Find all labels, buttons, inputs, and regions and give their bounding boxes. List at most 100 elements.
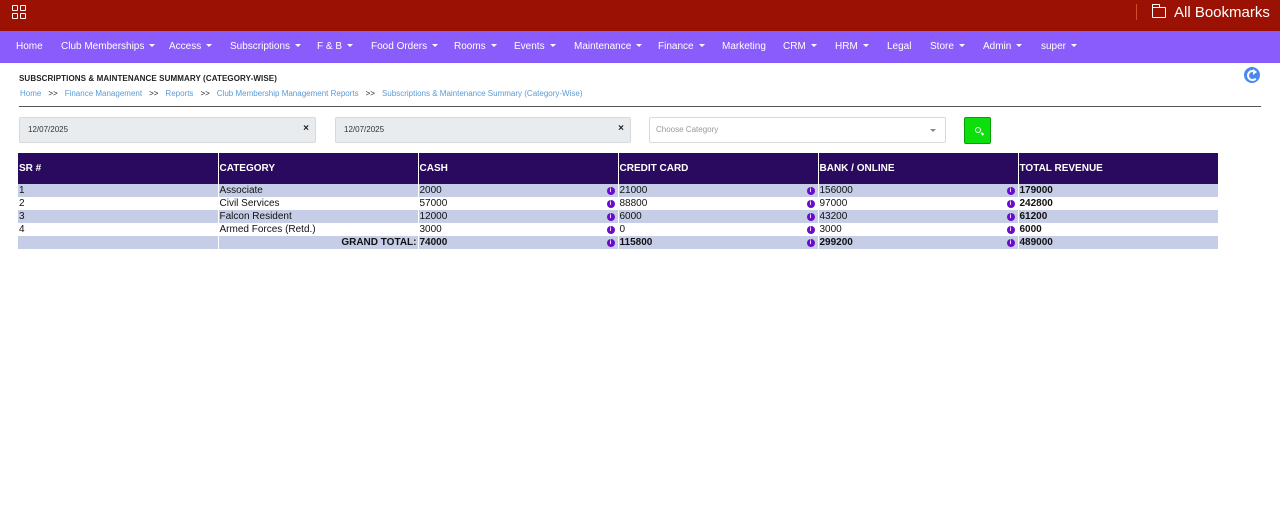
- nav-admin[interactable]: Admin: [983, 31, 1023, 63]
- nav-marketing[interactable]: Marketing: [722, 31, 766, 63]
- cell-total-revenue: 61200: [1017, 210, 1218, 223]
- chevron-down-icon: [347, 44, 354, 47]
- info-icon[interactable]: i: [1006, 225, 1015, 234]
- cell-credit-card: 88800 i: [617, 197, 818, 210]
- clear-date-from-icon[interactable]: ×: [303, 118, 309, 140]
- header-sr: SR #: [18, 153, 218, 184]
- nav-hrm[interactable]: HRM: [835, 31, 869, 63]
- breadcrumb-separator: >>: [365, 89, 375, 98]
- breadcrumb-club-membership-reports[interactable]: Club Membership Management Reports: [217, 89, 359, 98]
- nav-store[interactable]: Store: [930, 31, 965, 63]
- chevron-down-icon: [810, 44, 817, 47]
- grand-total-revenue: 489000: [1017, 236, 1218, 249]
- browser-bookmarks-bar: All Bookmarks: [0, 0, 1280, 31]
- cell-cash: 3000 i: [417, 223, 618, 236]
- info-icon[interactable]: i: [1006, 186, 1015, 195]
- cell-cash: 57000 i: [417, 197, 618, 210]
- header-credit-card: CREDIT CARD: [617, 153, 818, 184]
- cell-credit-card: 21000 i: [617, 184, 818, 197]
- cell-credit-card: 0i: [617, 223, 818, 236]
- nav-subscriptions[interactable]: Subscriptions: [230, 31, 302, 63]
- nav-club-memberships[interactable]: Club Memberships: [61, 31, 156, 63]
- info-icon[interactable]: i: [606, 199, 615, 208]
- bank-online-value: 156000: [819, 184, 853, 196]
- breadcrumb-separator: >>: [200, 89, 210, 98]
- grand-total-label: GRAND TOTAL:: [217, 236, 418, 249]
- cell-credit-card: 6000 i: [617, 210, 818, 223]
- date-from-field[interactable]: 12/07/2025 ×: [19, 117, 316, 143]
- refresh-icon[interactable]: [1244, 67, 1260, 83]
- cell-total-revenue: 6000: [1017, 223, 1218, 236]
- category-select[interactable]: Choose Category: [649, 117, 946, 143]
- cell-total-revenue: 179000: [1017, 184, 1218, 197]
- chevron-down-icon: [490, 44, 497, 47]
- credit-card-value: 21000: [619, 184, 648, 196]
- credit-card-value: 6000: [619, 210, 642, 222]
- cell-total-revenue: 242800: [1017, 197, 1218, 210]
- breadcrumb-separator: >>: [48, 89, 58, 98]
- table-row: 1 Associate 2000 i 21000 i 156000 i 179000: [18, 184, 1218, 197]
- search-button[interactable]: [964, 117, 991, 144]
- cell-bank-online: 156000 i: [817, 184, 1018, 197]
- nav-access[interactable]: Access: [169, 31, 213, 63]
- info-icon[interactable]: i: [606, 225, 615, 234]
- bank-online-value: 97000: [819, 197, 848, 209]
- breadcrumb-current-page[interactable]: Subscriptions & Maintenance Summary (Cat…: [382, 89, 583, 98]
- chevron-down-icon: [295, 44, 302, 47]
- all-bookmarks-button[interactable]: All Bookmarks: [1151, 3, 1270, 21]
- header-divider: [19, 106, 1261, 107]
- info-icon[interactable]: i: [606, 238, 615, 247]
- cell-category: Civil Services: [217, 197, 418, 210]
- cell-cash: 12000 i: [417, 210, 618, 223]
- nav-food-orders[interactable]: Food Orders: [371, 31, 439, 63]
- grand-total-cash-value: 74000: [419, 236, 448, 248]
- nav-crm[interactable]: CRM: [783, 31, 817, 63]
- grand-total-row: GRAND TOTAL: 74000 i 115800 i 299200 i 4890…: [18, 236, 1218, 249]
- chevron-down-icon: [636, 44, 643, 47]
- cash-value: 57000: [419, 197, 448, 209]
- main-navbar: Home Club Memberships Access Subscriptio…: [0, 31, 1280, 63]
- date-from-value: 12/07/2025: [28, 125, 69, 134]
- cell-sr: 3: [18, 210, 218, 223]
- info-icon[interactable]: i: [1006, 212, 1015, 221]
- header-total-revenue: TOTAL REVENUE: [1017, 153, 1218, 184]
- info-icon[interactable]: i: [806, 199, 815, 208]
- nav-fnb[interactable]: F & B: [317, 31, 354, 63]
- cell-sr: 1: [18, 184, 218, 197]
- nav-rooms[interactable]: Rooms: [454, 31, 497, 63]
- breadcrumb-finance-management[interactable]: Finance Management: [65, 89, 142, 98]
- table-header-row: SR # CATEGORY CASH CREDIT CARD BANK / ON…: [18, 153, 1218, 184]
- clear-date-to-icon[interactable]: ×: [618, 118, 624, 140]
- breadcrumb-reports[interactable]: Reports: [165, 89, 193, 98]
- grand-total-bank-online-value: 299200: [819, 236, 853, 248]
- info-icon[interactable]: i: [806, 238, 815, 247]
- info-icon[interactable]: i: [606, 186, 615, 195]
- folder-icon: [1151, 3, 1166, 18]
- chevron-down-icon: [1071, 44, 1078, 47]
- date-to-value: 12/07/2025: [344, 125, 385, 134]
- chevron-down-icon: [549, 44, 556, 47]
- credit-card-value: 0: [619, 223, 626, 235]
- info-icon[interactable]: i: [806, 225, 815, 234]
- nav-events[interactable]: Events: [514, 31, 556, 63]
- date-to-field[interactable]: 12/07/2025 ×: [335, 117, 631, 143]
- info-icon[interactable]: i: [806, 186, 815, 195]
- info-icon[interactable]: i: [1006, 238, 1015, 247]
- nav-user-super[interactable]: super: [1041, 31, 1078, 63]
- info-icon[interactable]: i: [1006, 199, 1015, 208]
- apps-grid-icon[interactable]: [12, 5, 26, 19]
- info-icon[interactable]: i: [806, 212, 815, 221]
- chevron-down-icon: [862, 44, 869, 47]
- nav-legal[interactable]: Legal: [887, 31, 911, 63]
- table-row: 4 Armed Forces (Retd.) 3000 i 0i 3000 i 60…: [18, 223, 1218, 236]
- bank-online-value: 3000: [819, 223, 842, 235]
- cash-value: 12000: [419, 210, 448, 222]
- nav-finance[interactable]: Finance: [658, 31, 705, 63]
- search-icon: [975, 127, 981, 133]
- cell-empty: [18, 236, 218, 249]
- breadcrumb-home[interactable]: Home: [20, 89, 41, 98]
- nav-home[interactable]: Home: [16, 31, 43, 63]
- info-icon[interactable]: i: [606, 212, 615, 221]
- grand-total-credit-card-value: 115800: [619, 236, 653, 248]
- nav-maintenance[interactable]: Maintenance: [574, 31, 643, 63]
